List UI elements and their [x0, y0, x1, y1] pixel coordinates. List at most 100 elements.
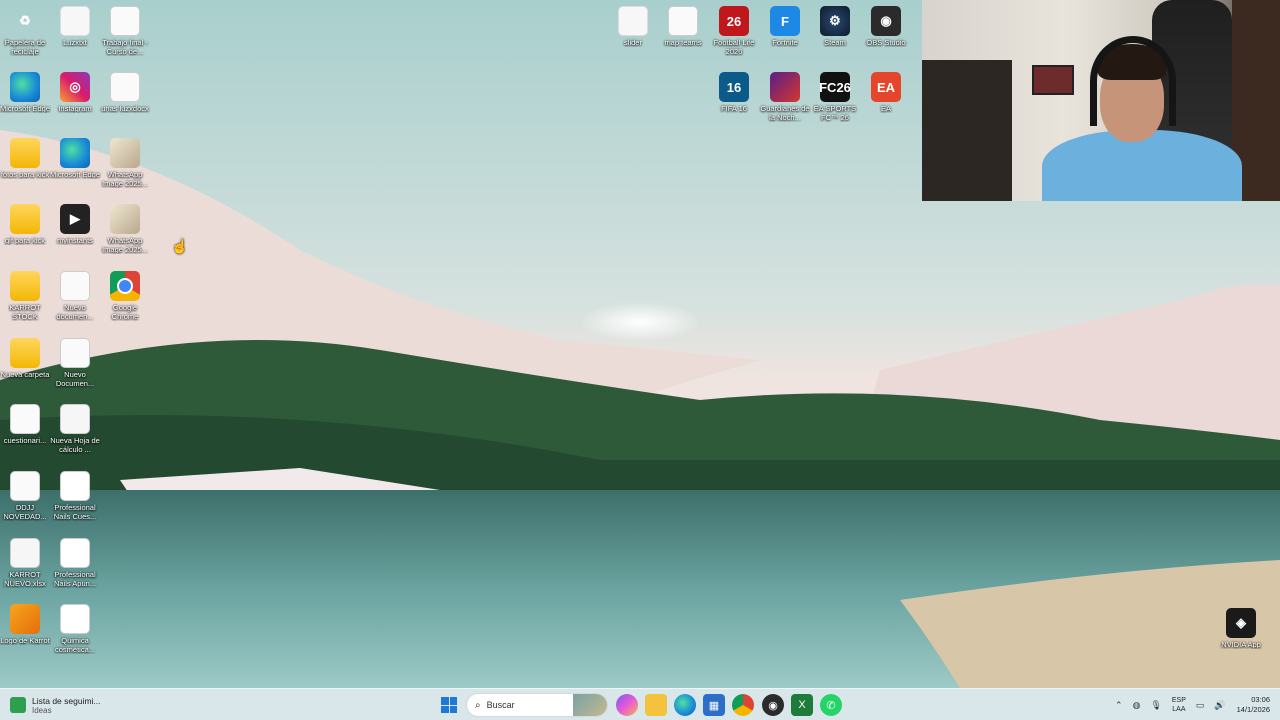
document-icon: [668, 6, 698, 36]
document-icon: [10, 471, 40, 501]
desktop-icon-cuestionario[interactable]: cuestionari...: [0, 400, 50, 466]
desktop-icon-karrot-stock[interactable]: KARROT STOCK: [0, 267, 50, 333]
file-icon: [618, 6, 648, 36]
ea-icon: EA: [871, 72, 901, 102]
stock-chart-icon: [10, 697, 26, 713]
document-icon: [110, 72, 140, 102]
taskbar-obs[interactable]: ◉: [762, 694, 784, 716]
webcam-overlay: [922, 0, 1280, 201]
keyboard-layout: LAA: [1172, 706, 1186, 713]
desktop-icon-unas-luz[interactable]: unas luzxdocx: [100, 68, 150, 134]
desktop-icon-whatsapp-image-1[interactable]: WhatsApp Image 2025...: [100, 134, 150, 200]
folder-icon: [10, 204, 40, 234]
taskbar-edge[interactable]: [674, 694, 696, 716]
whatsapp-icon: ✆: [826, 699, 836, 712]
widgets-button[interactable]: Lista de seguimi... Ideas: [10, 693, 101, 717]
spreadsheet-icon: [10, 538, 40, 568]
webcam-background-shelf: [922, 60, 1012, 201]
volume-icon[interactable]: 🔊: [1214, 700, 1225, 711]
taskbar-copilot[interactable]: [616, 694, 638, 716]
desktop-icon-logo-karrot[interactable]: Logo de Karrot: [0, 600, 50, 666]
taskbar-excel[interactable]: X: [791, 694, 813, 716]
network-status-icon[interactable]: ◍: [1133, 700, 1141, 711]
webcam-headset: [1090, 36, 1176, 126]
desktop-icon-obs[interactable]: ◉ OBS Studio: [861, 2, 911, 68]
desktop-icon-instagram[interactable]: ◎ Instagram: [50, 68, 100, 134]
store-icon: ▦: [708, 699, 720, 712]
webcam-background-poster: [1032, 65, 1074, 95]
search-icon: ⌕: [475, 699, 481, 711]
document-icon: [60, 271, 90, 301]
chrome-icon: [110, 271, 140, 301]
widget-title: Lista de seguimi...: [32, 695, 101, 706]
image-icon: [110, 138, 140, 168]
desktop-icon-fotos-kick[interactable]: fotos para kick: [0, 134, 50, 200]
obs-icon: ◉: [768, 699, 778, 712]
desktop-icon-karrot-nuevo[interactable]: KARROT NUEVO.xlsx: [0, 534, 50, 600]
desktop-icon-ddjj[interactable]: DDJJ NOVEDAD...: [0, 467, 50, 533]
desktop-icon-papelera[interactable]: ♻ Papelera de reciclaje: [0, 2, 50, 68]
desktop-icon-slider[interactable]: slider: [608, 2, 658, 68]
pdf-icon: [60, 471, 90, 501]
clock[interactable]: 03:06 14/1/2026: [1237, 695, 1270, 715]
fortnite-icon: F: [770, 6, 800, 36]
display-icon[interactable]: ▭: [1196, 700, 1205, 711]
desktop-icon-nuevo-documento-1[interactable]: Nuevo documen...: [50, 267, 100, 333]
desktop-icon-guardianes[interactable]: Guardianes de la Noch...: [760, 68, 810, 134]
clock-time: 03:06: [1251, 695, 1270, 704]
chevron-up-icon[interactable]: ⌃: [1115, 700, 1123, 711]
game-icon: 26: [719, 6, 749, 36]
clock-date: 14/1/2026: [1236, 705, 1270, 714]
desktop-icon-fifa16[interactable]: 16 FIFA 16: [709, 68, 759, 134]
fifa-icon: 16: [719, 72, 749, 102]
desktop-icon-nueva-hoja[interactable]: Nueva Hoja de cálculo ...: [50, 400, 100, 466]
folder-icon: [10, 138, 40, 168]
desktop-icon-quimica[interactable]: Quimica cosmética...: [50, 600, 100, 666]
search-placeholder: Buscar: [486, 700, 515, 710]
mouse-cursor-icon: ☝: [171, 238, 189, 254]
edge-icon: [60, 138, 90, 168]
folder-icon: [10, 271, 40, 301]
media-icon: ▶: [60, 204, 90, 234]
taskbar-whatsapp[interactable]: ✆: [820, 694, 842, 716]
desktop-icon-whatsapp-image-2[interactable]: WhatsApp Image 2025...: [100, 200, 150, 266]
desktop-icon-nueva-carpeta[interactable]: Nueva carpeta: [0, 334, 50, 400]
taskbar-search[interactable]: ⌕ Buscar: [466, 693, 608, 717]
edge-icon: [10, 72, 40, 102]
taskbar-file-explorer[interactable]: [645, 694, 667, 716]
recycle-bin-icon: ♻: [19, 13, 31, 28]
excel-icon: X: [798, 699, 806, 711]
desktop-icon-edge[interactable]: Microsoft Edge: [0, 68, 50, 134]
desktop-icon-fortnite[interactable]: F Fortnite: [760, 2, 810, 68]
widget-subtitle: Ideas: [32, 705, 52, 715]
microphone-icon[interactable]: 🎙: [1150, 700, 1161, 711]
desktop-icon-edge-2[interactable]: Microsoft Edge: [50, 134, 100, 200]
pdf-icon: [60, 604, 90, 634]
desktop-icon-nvidia-app[interactable]: ◈ NVIDIA App: [1216, 604, 1266, 670]
steam-icon: ⚙: [820, 6, 850, 36]
desktop-icon-trabajo-final[interactable]: Trabajo final - Curso de...: [100, 2, 150, 68]
desktop-icon-map-teams[interactable]: map teams: [658, 2, 708, 68]
start-button[interactable]: [438, 694, 460, 716]
desktop-icon-ea-fc26[interactable]: FC26 EA SPORTS FC™ 26: [810, 68, 860, 134]
desktop-icon-gif-kick[interactable]: gif para kick: [0, 200, 50, 266]
desktop-icon-steam[interactable]: ⚙ Steam: [810, 2, 860, 68]
desktop-icon-football-life[interactable]: 26 Football Life 2026: [709, 2, 759, 68]
desktop-icon-ea[interactable]: EA EA: [861, 68, 911, 134]
desktop-icon-professional-nails-2[interactable]: Professional Nails Apun...: [50, 534, 100, 600]
windows-logo-icon: [441, 697, 457, 713]
game-icon: [770, 72, 800, 102]
taskbar-store[interactable]: ▦: [703, 694, 725, 716]
language-indicator[interactable]: ESP LAA: [1172, 696, 1186, 714]
desktop-icon-professional-nails-1[interactable]: Professional Nails Cues...: [50, 467, 100, 533]
desktop-icon-nuevo-documento-2[interactable]: Nuevo Documen...: [50, 334, 100, 400]
desktop-icon-chrome[interactable]: Google Chrome: [100, 267, 150, 333]
fc-icon: FC26: [819, 72, 851, 102]
desktop-icon-luzxtxt[interactable]: Luzxtxt: [50, 2, 100, 68]
taskbar-chrome[interactable]: [732, 694, 754, 716]
instagram-icon: ◎: [60, 72, 90, 102]
desktop-icon-myinstants[interactable]: ▶ myinstants: [50, 200, 100, 266]
image-icon: [10, 604, 40, 634]
nvidia-icon: ◈: [1226, 608, 1256, 638]
language-code: ESP: [1171, 697, 1186, 704]
